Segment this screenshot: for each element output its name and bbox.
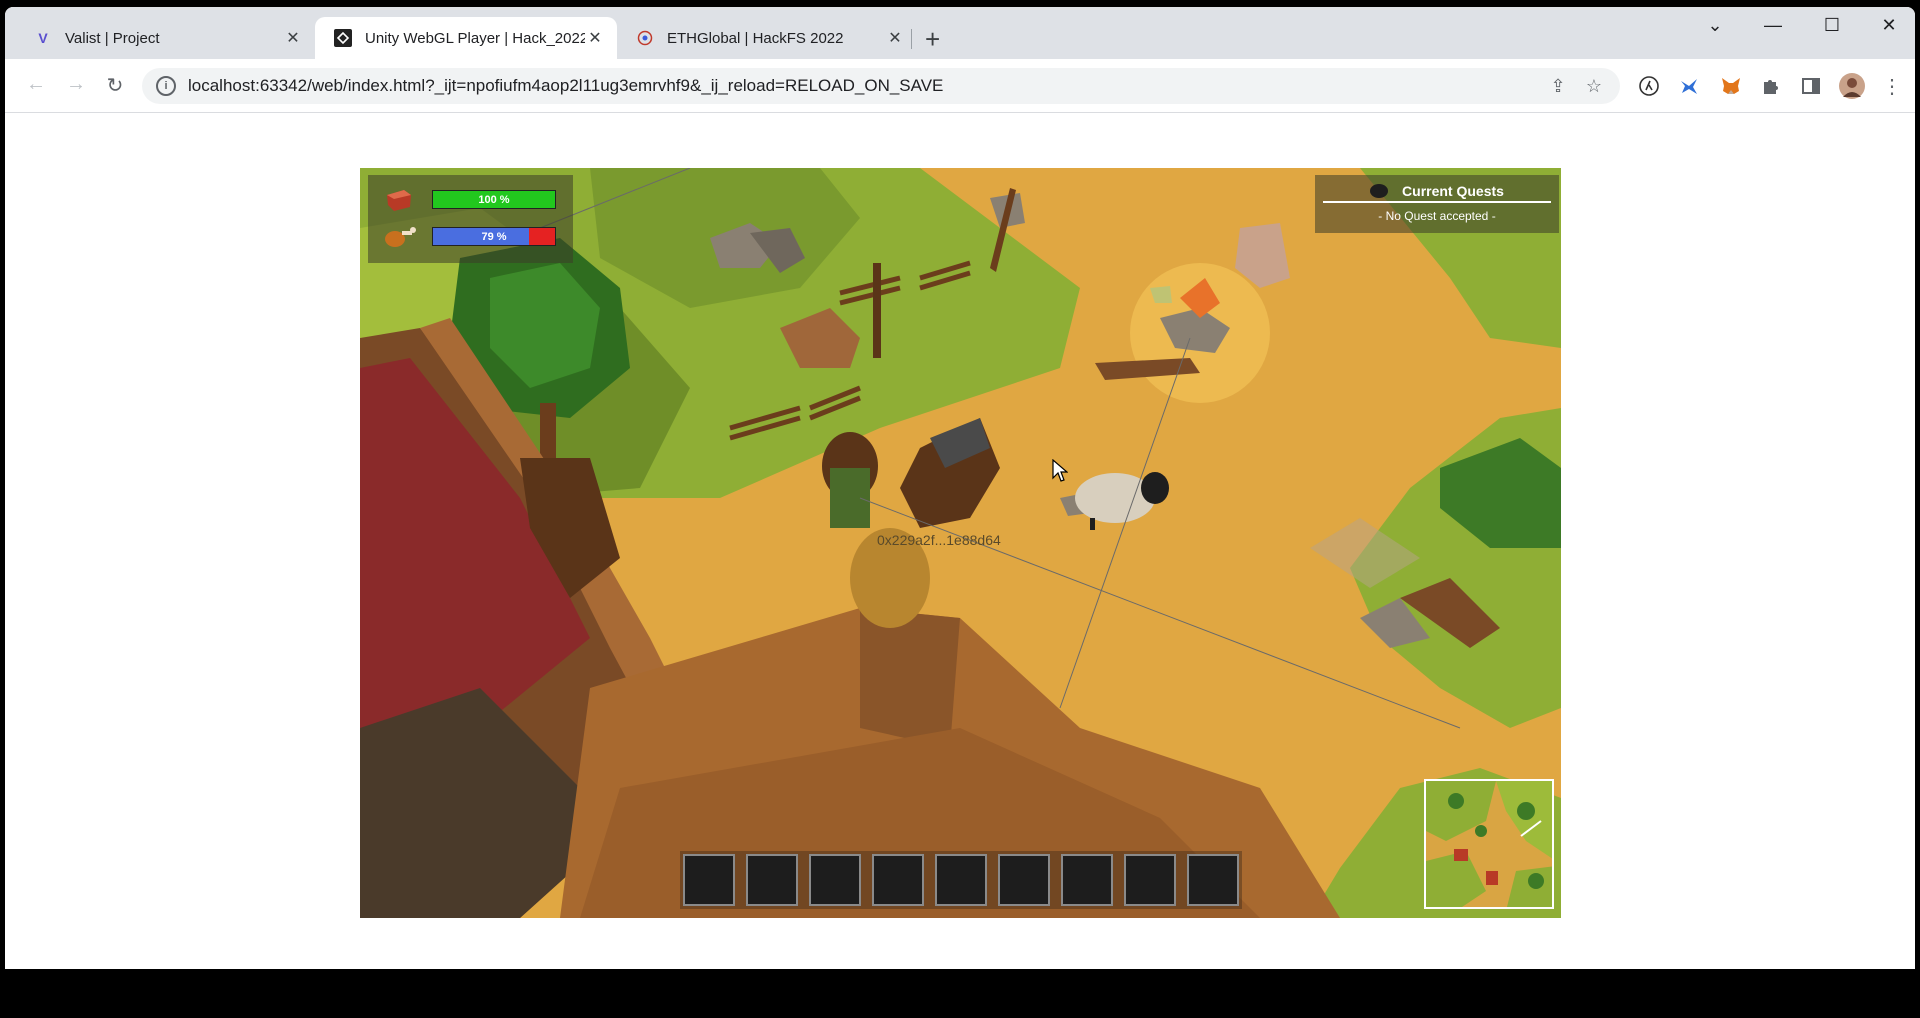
inventory-hotbar (680, 851, 1242, 909)
hotbar-slot[interactable] (872, 854, 924, 906)
tab-valist[interactable]: V Valist | Project ✕ (15, 17, 315, 59)
close-icon[interactable]: ✕ (885, 28, 905, 48)
minimize-icon[interactable]: — (1753, 15, 1793, 36)
reload-icon[interactable]: ↻ (102, 73, 128, 98)
share-icon[interactable]: ⇪ (1540, 76, 1576, 97)
mouse-cursor-icon (1052, 459, 1068, 482)
page-content: 100 % 79 % Current Quests - No Quest acc… (5, 114, 1915, 969)
hotbar-slot[interactable] (683, 854, 735, 906)
ethglobal-icon (635, 28, 655, 48)
hotbar-slot[interactable] (809, 854, 861, 906)
health-value: 100 % (478, 193, 510, 206)
url-text[interactable]: localhost:63342/web/index.html?_ijt=npof… (188, 76, 1540, 96)
valist-v-icon: V (38, 30, 48, 46)
tab-unity[interactable]: Unity WebGL Player | Hack_2022 ✕ (315, 17, 617, 59)
quest-panel: Current Quests - No Quest accepted - (1315, 175, 1559, 233)
extension-blue-icon[interactable] (1676, 73, 1702, 99)
hotbar-slot[interactable] (1124, 854, 1176, 906)
metamask-fox-icon[interactable] (1718, 73, 1744, 99)
tab-title: Valist | Project (65, 29, 160, 47)
tab-title: Unity WebGL Player | Hack_2022 (365, 29, 585, 47)
new-tab-plus-icon[interactable]: + (925, 26, 940, 52)
address-bar[interactable]: i localhost:63342/web/index.html?_ijt=np… (142, 68, 1620, 104)
hotbar-slot[interactable] (1061, 854, 1113, 906)
extensions-puzzle-icon[interactable] (1758, 73, 1784, 99)
minimap-terrain (1426, 781, 1552, 907)
hunger-value: 79 % (481, 230, 507, 243)
extension-lambda-icon[interactable] (1636, 73, 1662, 99)
menu-kebab-icon[interactable]: ⋮ (1879, 73, 1905, 99)
back-arrow-icon[interactable]: ← (23, 73, 49, 96)
hotbar-slot[interactable] (998, 854, 1050, 906)
hotbar-slot[interactable] (746, 854, 798, 906)
tab-search-chevron-icon[interactable]: ⌄ (1695, 15, 1735, 36)
tab-strip: V Valist | Project ✕ Unity WebGL Player … (5, 7, 1915, 59)
quest-title: Current Quests (1402, 183, 1504, 199)
browser-window: V Valist | Project ✕ Unity WebGL Player … (5, 7, 1915, 969)
quest-status: - No Quest accepted - (1378, 209, 1496, 223)
side-panel-icon[interactable] (1798, 73, 1824, 99)
profile-avatar[interactable] (1839, 73, 1865, 99)
maximize-icon[interactable]: ☐ (1812, 15, 1852, 36)
tab-separator (911, 29, 912, 49)
site-info-icon[interactable]: i (156, 76, 176, 96)
player-address-label: 0x229a2f...1e88d64 (877, 532, 1001, 548)
hunger-bar: 79 % (432, 227, 556, 246)
close-icon[interactable]: ✕ (585, 28, 605, 48)
unity-icon (333, 28, 353, 48)
unity-webgl-canvas[interactable]: 100 % 79 % Current Quests - No Quest acc… (360, 168, 1561, 918)
hotbar-slot[interactable] (1187, 854, 1239, 906)
window-close-icon[interactable]: ✕ (1869, 15, 1909, 36)
health-meat-icon (384, 187, 414, 213)
forward-arrow-icon[interactable]: → (63, 73, 89, 96)
bookmark-star-icon[interactable]: ☆ (1576, 76, 1612, 97)
tab-title: ETHGlobal | HackFS 2022 (667, 29, 844, 47)
close-icon[interactable]: ✕ (283, 28, 303, 48)
player-stats-panel: 100 % 79 % (368, 175, 573, 263)
health-bar: 100 % (432, 190, 556, 209)
tab-ethglobal[interactable]: ETHGlobal | HackFS 2022 ✕ (617, 17, 917, 59)
quest-header: Current Quests (1323, 175, 1551, 203)
quest-orb-icon (1370, 184, 1389, 198)
browser-toolbar: ← → ↻ i localhost:63342/web/index.html?_… (5, 59, 1915, 113)
hotbar-slot[interactable] (935, 854, 987, 906)
minimap[interactable] (1424, 779, 1554, 909)
hunger-drumstick-icon (384, 225, 416, 251)
